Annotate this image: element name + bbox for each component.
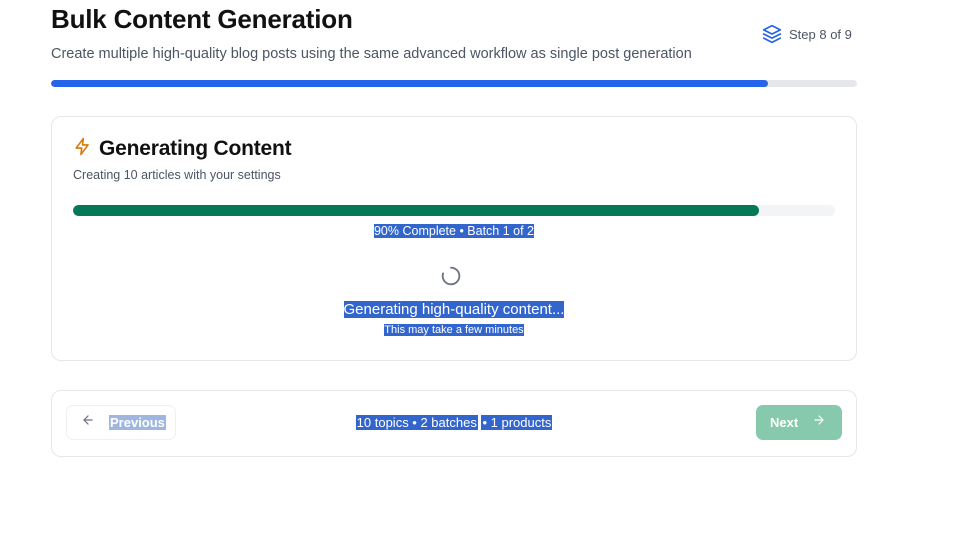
next-label: Next <box>770 415 799 430</box>
step-indicator: Step 8 of 9 <box>762 24 852 44</box>
progress-status: 90% Complete • Batch 1 of 2 <box>52 224 856 238</box>
wizard-progress-bar <box>51 80 857 87</box>
progress-status-text: 90% Complete • Batch 1 of 2 <box>373 224 535 238</box>
summary-products: • 1 products <box>481 415 553 430</box>
page-subtitle: Create multiple high-quality blog posts … <box>51 46 692 62</box>
summary-topics-batches: 10 topics • 2 batches <box>355 415 478 430</box>
generating-submessage: This may take a few minutes <box>384 324 524 336</box>
generating-message: Generating high-quality content... <box>343 301 565 318</box>
generation-progress-fill <box>73 205 759 216</box>
wizard-progress-fill <box>51 80 768 87</box>
generation-card-header: Generating Content <box>73 137 292 161</box>
step-label: Step 8 of 9 <box>789 26 852 42</box>
next-button[interactable]: Next <box>756 405 842 440</box>
navigation-bar: Previous 10 topics • 2 batches • 1 produ… <box>51 390 857 457</box>
lightning-icon <box>73 137 92 161</box>
generation-title: Generating Content <box>99 137 292 160</box>
generation-progress-bar <box>73 205 835 216</box>
arrow-right-icon <box>812 413 826 432</box>
loading-spinner-icon <box>441 266 461 286</box>
generation-card: Generating Content Creating 10 articles … <box>51 116 857 361</box>
generation-summary: 10 topics • 2 batches • 1 products <box>52 415 856 430</box>
page-title: Bulk Content Generation <box>51 4 353 34</box>
generation-description: Creating 10 articles with your settings <box>73 168 281 182</box>
layers-icon <box>762 24 782 44</box>
